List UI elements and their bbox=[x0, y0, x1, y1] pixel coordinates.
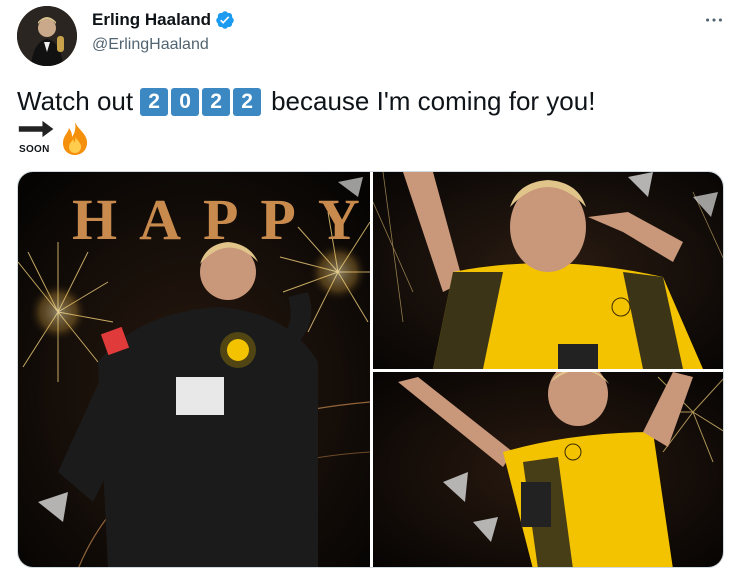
keycap-digit: 2 bbox=[140, 87, 169, 116]
media-photo-happy[interactable]: HAPPY bbox=[18, 172, 370, 567]
verified-badge-icon bbox=[215, 10, 235, 30]
tweet-media-grid: HAPPY bbox=[17, 171, 724, 568]
year-keycaps: 2 0 2 2 bbox=[140, 87, 264, 116]
tweet-text-before: Watch out bbox=[17, 86, 134, 116]
banner-text: HAPPY bbox=[72, 187, 370, 252]
keycap-digit: 0 bbox=[171, 87, 200, 116]
author-handle[interactable]: @ErlingHaaland bbox=[92, 36, 209, 54]
media-photo-celebration[interactable] bbox=[373, 372, 723, 567]
tweet-text: Watch out 2 0 2 2 because I'm coming for… bbox=[17, 86, 595, 117]
fire-icon bbox=[58, 120, 92, 156]
media-photo-salute[interactable] bbox=[373, 172, 723, 369]
display-name[interactable]: Erling Haaland bbox=[92, 10, 211, 30]
keycap-digit: 2 bbox=[233, 87, 262, 116]
soon-label: SOON bbox=[19, 144, 50, 155]
more-options-button[interactable] bbox=[700, 6, 728, 34]
keycap-digit: 2 bbox=[202, 87, 231, 116]
more-horizontal-icon bbox=[706, 18, 722, 22]
avatar[interactable] bbox=[17, 6, 77, 66]
author-name-row: Erling Haaland bbox=[92, 10, 235, 30]
tweet-text-after: because I'm coming for you! bbox=[271, 86, 596, 116]
